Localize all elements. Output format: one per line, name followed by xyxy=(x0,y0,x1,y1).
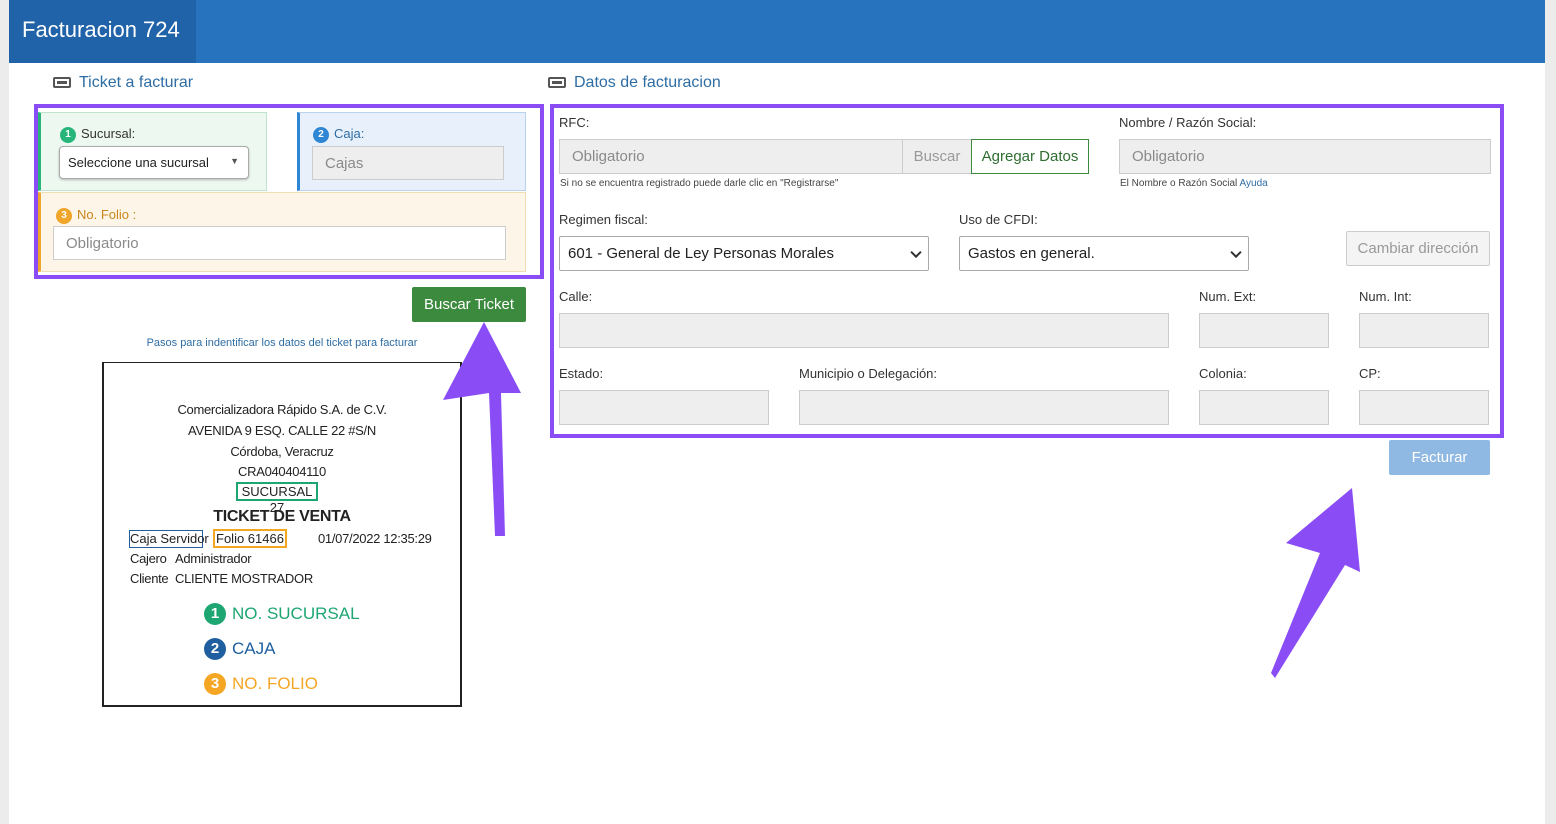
page: Facturacion 724 Ticket a facturar Datos … xyxy=(9,0,1545,824)
arrow-up-icon xyxy=(1271,488,1360,678)
annotation-arrows xyxy=(443,322,1360,678)
arrow-up-icon xyxy=(443,322,521,536)
